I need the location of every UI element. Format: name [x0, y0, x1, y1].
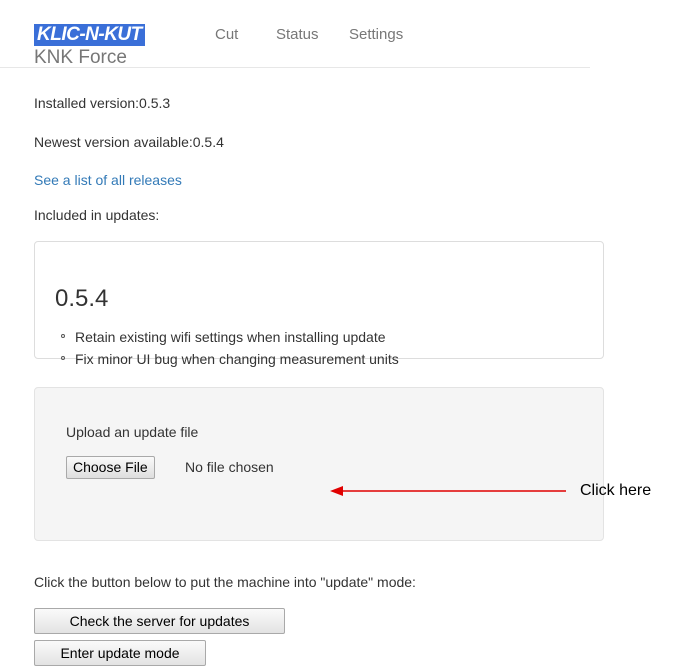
nav-link-settings[interactable]: Settings [349, 26, 403, 44]
check-updates-button[interactable]: Check the server for updates [34, 608, 285, 634]
annotation-click-here: Click here [580, 482, 652, 499]
brand-logo[interactable]: KLIC-N-KUT [34, 24, 145, 46]
included-in-updates-label: Included in updates: [34, 207, 160, 223]
list-item: Retain existing wifi settings when insta… [55, 326, 399, 348]
upload-label: Upload an update file [66, 424, 199, 440]
brand-name[interactable]: KNK Force [34, 47, 127, 69]
annotation-arrow-icon [330, 486, 566, 496]
release-version-heading: 0.5.4 [55, 285, 109, 312]
choose-file-button[interactable]: Choose File [66, 456, 155, 479]
release-note-text: Retain existing wifi settings when insta… [75, 329, 386, 345]
circle-bullet-icon [61, 334, 65, 338]
release-notes-list: Retain existing wifi settings when insta… [55, 326, 399, 370]
releases-link[interactable]: See a list of all releases [34, 171, 182, 189]
newest-version: Newest version available:0.5.4 [34, 134, 224, 150]
update-page: KLIC-N-KUT KNK Force Cut Status Settings… [0, 0, 604, 669]
upload-panel: Upload an update file Choose File No fil… [34, 387, 604, 541]
navbar: KLIC-N-KUT KNK Force Cut Status Settings [0, 0, 590, 68]
installed-version: Installed version:0.5.3 [34, 95, 171, 111]
nav-link-status[interactable]: Status [276, 26, 319, 44]
enter-update-mode-button[interactable]: Enter update mode [34, 640, 206, 666]
list-item: Fix minor UI bug when changing measureme… [55, 348, 399, 370]
release-notes-panel: 0.5.4 Retain existing wifi settings when… [34, 241, 604, 367]
circle-bullet-icon [61, 356, 65, 360]
release-note-text: Fix minor UI bug when changing measureme… [75, 351, 399, 367]
update-mode-instruction: Click the button below to put the machin… [34, 574, 416, 590]
nav-link-cut[interactable]: Cut [215, 26, 238, 44]
file-status: No file chosen [185, 459, 274, 475]
